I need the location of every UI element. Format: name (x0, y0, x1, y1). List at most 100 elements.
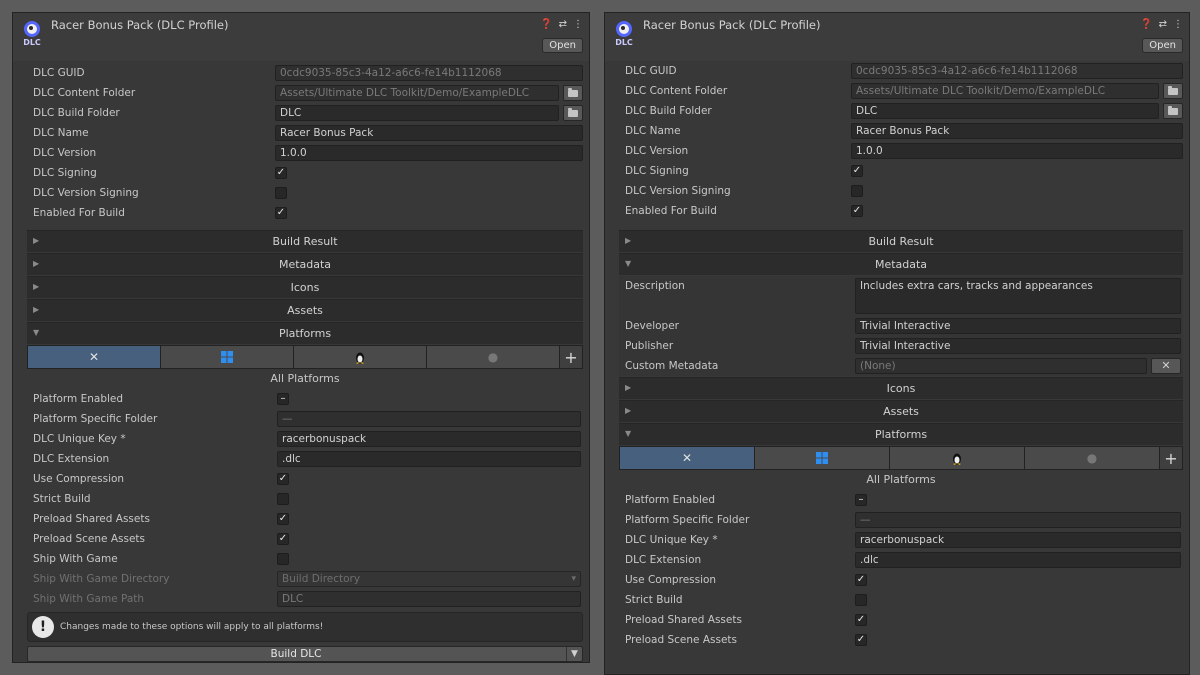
dlc-name-field[interactable]: Racer Bonus Pack (851, 123, 1183, 139)
extension-label: DLC Extension (625, 554, 702, 566)
content-folder-label: DLC Content Folder (625, 85, 728, 97)
folder-icon[interactable] (1163, 83, 1183, 99)
folder-icon[interactable] (1163, 103, 1183, 119)
unique-key-label: DLC Unique Key * (33, 433, 126, 445)
inspector-title: Racer Bonus Pack (DLC Profile) (51, 18, 229, 32)
windows-icon (816, 452, 828, 464)
tools-icon[interactable]: ✕ (1151, 358, 1181, 374)
dlc-signing-label: DLC Signing (625, 165, 689, 177)
enabled-for-build-label: Enabled For Build (625, 205, 717, 217)
platform-enabled-label: Platform Enabled (625, 494, 716, 506)
build-folder-label: DLC Build Folder (625, 105, 712, 117)
add-platform-button[interactable]: + (1160, 447, 1182, 469)
open-button[interactable]: Open (542, 38, 583, 53)
unique-key-label: DLC Unique Key * (625, 534, 718, 546)
metadata-panel: Description Includes extra cars, tracks a… (619, 276, 1183, 376)
ship-path-field[interactable]: DLC (277, 591, 581, 607)
strict-build-checkbox[interactable] (277, 493, 289, 505)
dlc-logo-icon: DLC (23, 21, 41, 47)
foldout-icons[interactable]: ▶ Icons (619, 377, 1183, 399)
dlc-signing-checkbox[interactable]: ✓ (275, 167, 287, 179)
foldout-assets[interactable]: ▶ Assets (27, 299, 583, 321)
chevron-down-icon[interactable]: ▼ (566, 647, 582, 661)
ship-directory-dropdown[interactable]: Build Directory (277, 571, 581, 587)
ship-with-game-checkbox[interactable] (277, 553, 289, 565)
help-icon[interactable]: ❓ (1140, 19, 1152, 30)
compression-label: Use Compression (625, 574, 717, 586)
enabled-for-build-checkbox[interactable]: ✓ (275, 207, 287, 219)
dlc-version-label: DLC Version (33, 147, 97, 159)
tools-icon: ✕ (88, 350, 100, 364)
tab-apple[interactable]: ● (427, 346, 560, 368)
build-folder-label: DLC Build Folder (33, 107, 120, 119)
description-field[interactable]: Includes extra cars, tracks and appearan… (855, 278, 1181, 314)
strict-build-checkbox[interactable] (855, 594, 867, 606)
custom-metadata-label: Custom Metadata (625, 360, 719, 372)
preload-scene-checkbox[interactable]: ✓ (855, 634, 867, 646)
tab-windows[interactable] (161, 346, 294, 368)
version-signing-checkbox[interactable] (275, 187, 287, 199)
platform-folder-field[interactable]: — (277, 411, 581, 427)
extension-field[interactable]: .dlc (277, 451, 581, 467)
tab-linux[interactable] (890, 447, 1025, 469)
tab-apple[interactable]: ● (1025, 447, 1160, 469)
unique-key-field[interactable]: racerbonuspack (277, 431, 581, 447)
foldout-platforms[interactable]: ▼ Platforms (27, 322, 583, 344)
linux-icon (953, 453, 961, 465)
build-dlc-button[interactable]: Build DLC ▼ (27, 646, 583, 662)
guid-field: 0cdc9035-85c3-4a12-a6c6-fe14b1112068 (851, 63, 1183, 79)
version-signing-checkbox[interactable] (851, 185, 863, 197)
foldout-metadata[interactable]: ▼ Metadata (619, 253, 1183, 275)
foldout-build-result[interactable]: ▶ Build Result (27, 230, 583, 252)
more-icon[interactable]: ⋮ (1173, 19, 1183, 30)
svg-text:DLC: DLC (615, 38, 633, 47)
preload-shared-checkbox[interactable]: ✓ (855, 614, 867, 626)
folder-icon[interactable] (563, 85, 583, 101)
preload-shared-checkbox[interactable]: ✓ (277, 513, 289, 525)
custom-metadata-field[interactable]: (None) (855, 358, 1147, 374)
foldout-metadata[interactable]: ▶ Metadata (27, 253, 583, 275)
tab-all-platforms[interactable]: ✕ (620, 447, 755, 469)
tab-linux[interactable] (294, 346, 427, 368)
strict-build-label: Strict Build (625, 594, 683, 606)
open-button[interactable]: Open (1142, 38, 1183, 53)
platform-folder-field[interactable]: — (855, 512, 1181, 528)
all-platforms-heading: All Platforms (270, 372, 340, 385)
publisher-field[interactable]: Trivial Interactive (855, 338, 1181, 354)
all-platforms-heading: All Platforms (866, 473, 936, 486)
tab-all-platforms[interactable]: ✕ (28, 346, 161, 368)
build-folder-field[interactable]: DLC (851, 103, 1159, 119)
foldout-icons[interactable]: ▶ Icons (27, 276, 583, 298)
dlc-version-field[interactable]: 1.0.0 (275, 145, 583, 161)
preload-scene-checkbox[interactable]: ✓ (277, 533, 289, 545)
foldout-assets[interactable]: ▶ Assets (619, 400, 1183, 422)
unique-key-field[interactable]: racerbonuspack (855, 532, 1181, 548)
extension-field[interactable]: .dlc (855, 552, 1181, 568)
presets-icon[interactable]: ⇄ (559, 19, 567, 30)
preload-shared-label: Preload Shared Assets (33, 513, 150, 525)
platform-enabled-checkbox[interactable]: – (277, 393, 289, 405)
tab-windows[interactable] (755, 447, 890, 469)
dlc-signing-checkbox[interactable]: ✓ (851, 165, 863, 177)
add-platform-button[interactable]: + (560, 346, 582, 368)
help-icon[interactable]: ❓ (540, 19, 552, 30)
folder-icon[interactable] (563, 105, 583, 121)
more-icon[interactable]: ⋮ (573, 19, 583, 30)
inspector-header: DLC Racer Bonus Pack (DLC Profile) ❓ ⇄ ⋮… (605, 13, 1189, 61)
foldout-build-result[interactable]: ▶ Build Result (619, 230, 1183, 252)
compression-checkbox[interactable]: ✓ (855, 574, 867, 586)
foldout-platforms[interactable]: ▼ Platforms (619, 423, 1183, 445)
info-box: ! Changes made to these options will app… (27, 612, 583, 642)
apple-icon: ● (1086, 451, 1098, 465)
platform-enabled-checkbox[interactable]: – (855, 494, 867, 506)
developer-field[interactable]: Trivial Interactive (855, 318, 1181, 334)
dlc-name-label: DLC Name (33, 127, 89, 139)
info-text: Changes made to these options will apply… (60, 622, 324, 632)
preload-scene-label: Preload Scene Assets (625, 634, 737, 646)
enabled-for-build-checkbox[interactable]: ✓ (851, 205, 863, 217)
dlc-version-field[interactable]: 1.0.0 (851, 143, 1183, 159)
presets-icon[interactable]: ⇄ (1159, 19, 1167, 30)
build-folder-field[interactable]: DLC (275, 105, 559, 121)
compression-checkbox[interactable]: ✓ (277, 473, 289, 485)
dlc-name-field[interactable]: Racer Bonus Pack (275, 125, 583, 141)
